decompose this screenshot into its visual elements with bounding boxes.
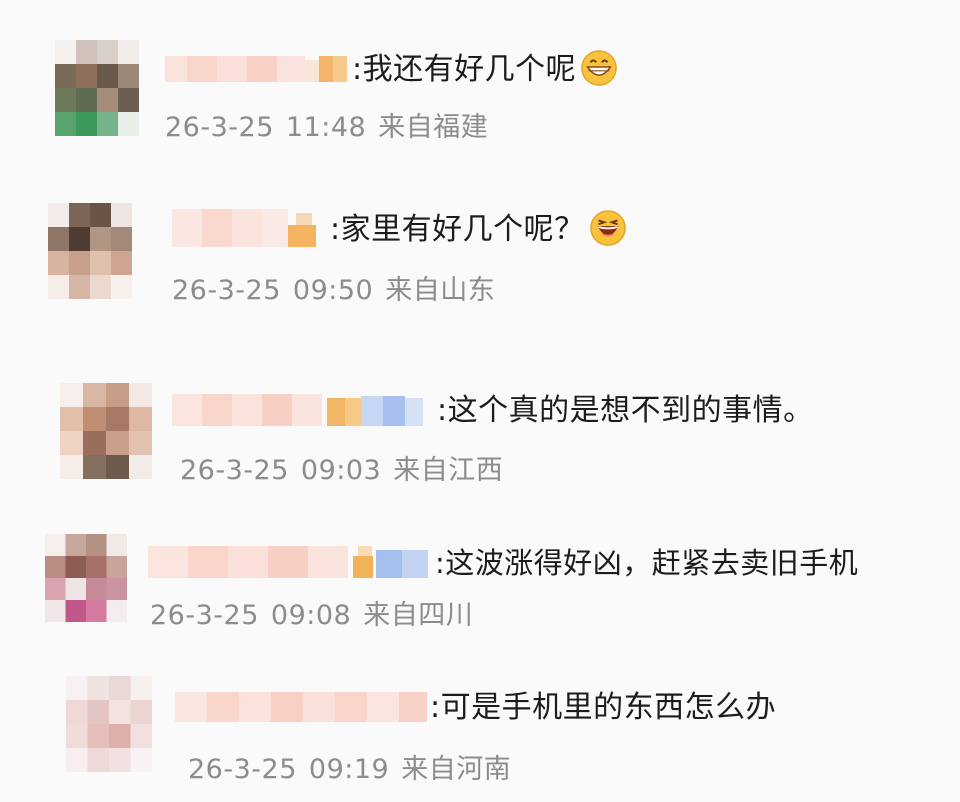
comment-date: 26-3-25 xyxy=(165,112,274,143)
comment-time: 09:50 xyxy=(292,275,374,306)
comment-item: :这波涨得好凶，赶紧去卖旧手机 26-3-25 09:08 来自四川 xyxy=(0,530,960,640)
comment-meta: 26-3-25 11:48 来自福建 xyxy=(165,110,488,146)
laughing-face-icon xyxy=(589,209,626,246)
comment-location: 来自四川 xyxy=(363,600,474,631)
comment-meta: 26-3-25 09:50 来自山东 xyxy=(172,273,495,309)
comment-date: 26-3-25 xyxy=(180,455,289,486)
avatar[interactable] xyxy=(66,676,152,772)
comment-text: :我还有好几个呢 xyxy=(352,49,618,90)
grinning-face-icon xyxy=(581,49,617,86)
comment-text: :家里有好几个呢？ xyxy=(330,209,627,250)
comment-item: :这个真的是想不到的事情。 26-3-25 09:03 来自江西 xyxy=(0,375,960,505)
comment-location: 来自河南 xyxy=(401,754,512,785)
comment-meta: 26-3-25 09:19 来自河南 xyxy=(188,752,511,788)
avatar[interactable] xyxy=(60,383,152,479)
comment-date: 26-3-25 xyxy=(188,754,297,785)
comment-location: 来自福建 xyxy=(378,112,489,143)
username-blurred[interactable] xyxy=(175,690,430,724)
comment-item: :可是手机里的东西怎么办 26-3-25 09:19 来自河南 xyxy=(0,672,960,802)
comment-time: 09:08 xyxy=(270,600,352,631)
comment-time: 11:48 xyxy=(285,112,367,143)
comment-item: :家里有好几个呢？ 26-3-25 09:50 来自山东 xyxy=(0,195,960,325)
username-blurred[interactable] xyxy=(148,542,433,582)
username-blurred[interactable] xyxy=(172,390,432,430)
comment-thread: { "comments": [ { "text": ":我还有好几个呢", "e… xyxy=(0,0,960,802)
username-blurred[interactable] xyxy=(165,52,355,86)
comment-time: 09:19 xyxy=(308,754,390,785)
username-blurred[interactable] xyxy=(172,207,332,249)
avatar[interactable] xyxy=(55,40,139,136)
comment-date: 26-3-25 xyxy=(150,600,259,631)
comment-text: :这波涨得好凶，赶紧去卖旧手机 xyxy=(435,546,859,580)
comment-item: :我还有好几个呢 26-3-25 11:48 来自福建 xyxy=(0,30,960,160)
comment-location: 来自山东 xyxy=(385,275,496,306)
avatar[interactable] xyxy=(48,203,132,299)
avatar[interactable] xyxy=(45,534,127,622)
comment-time: 09:03 xyxy=(300,455,382,486)
comment-text: :可是手机里的东西怎么办 xyxy=(430,690,777,725)
comment-meta: 26-3-25 09:08 来自四川 xyxy=(150,598,473,634)
comment-text: :这个真的是想不到的事情。 xyxy=(437,393,814,428)
comment-date: 26-3-25 xyxy=(172,275,281,306)
comment-location: 来自江西 xyxy=(393,455,504,486)
comment-meta: 26-3-25 09:03 来自江西 xyxy=(180,453,503,489)
